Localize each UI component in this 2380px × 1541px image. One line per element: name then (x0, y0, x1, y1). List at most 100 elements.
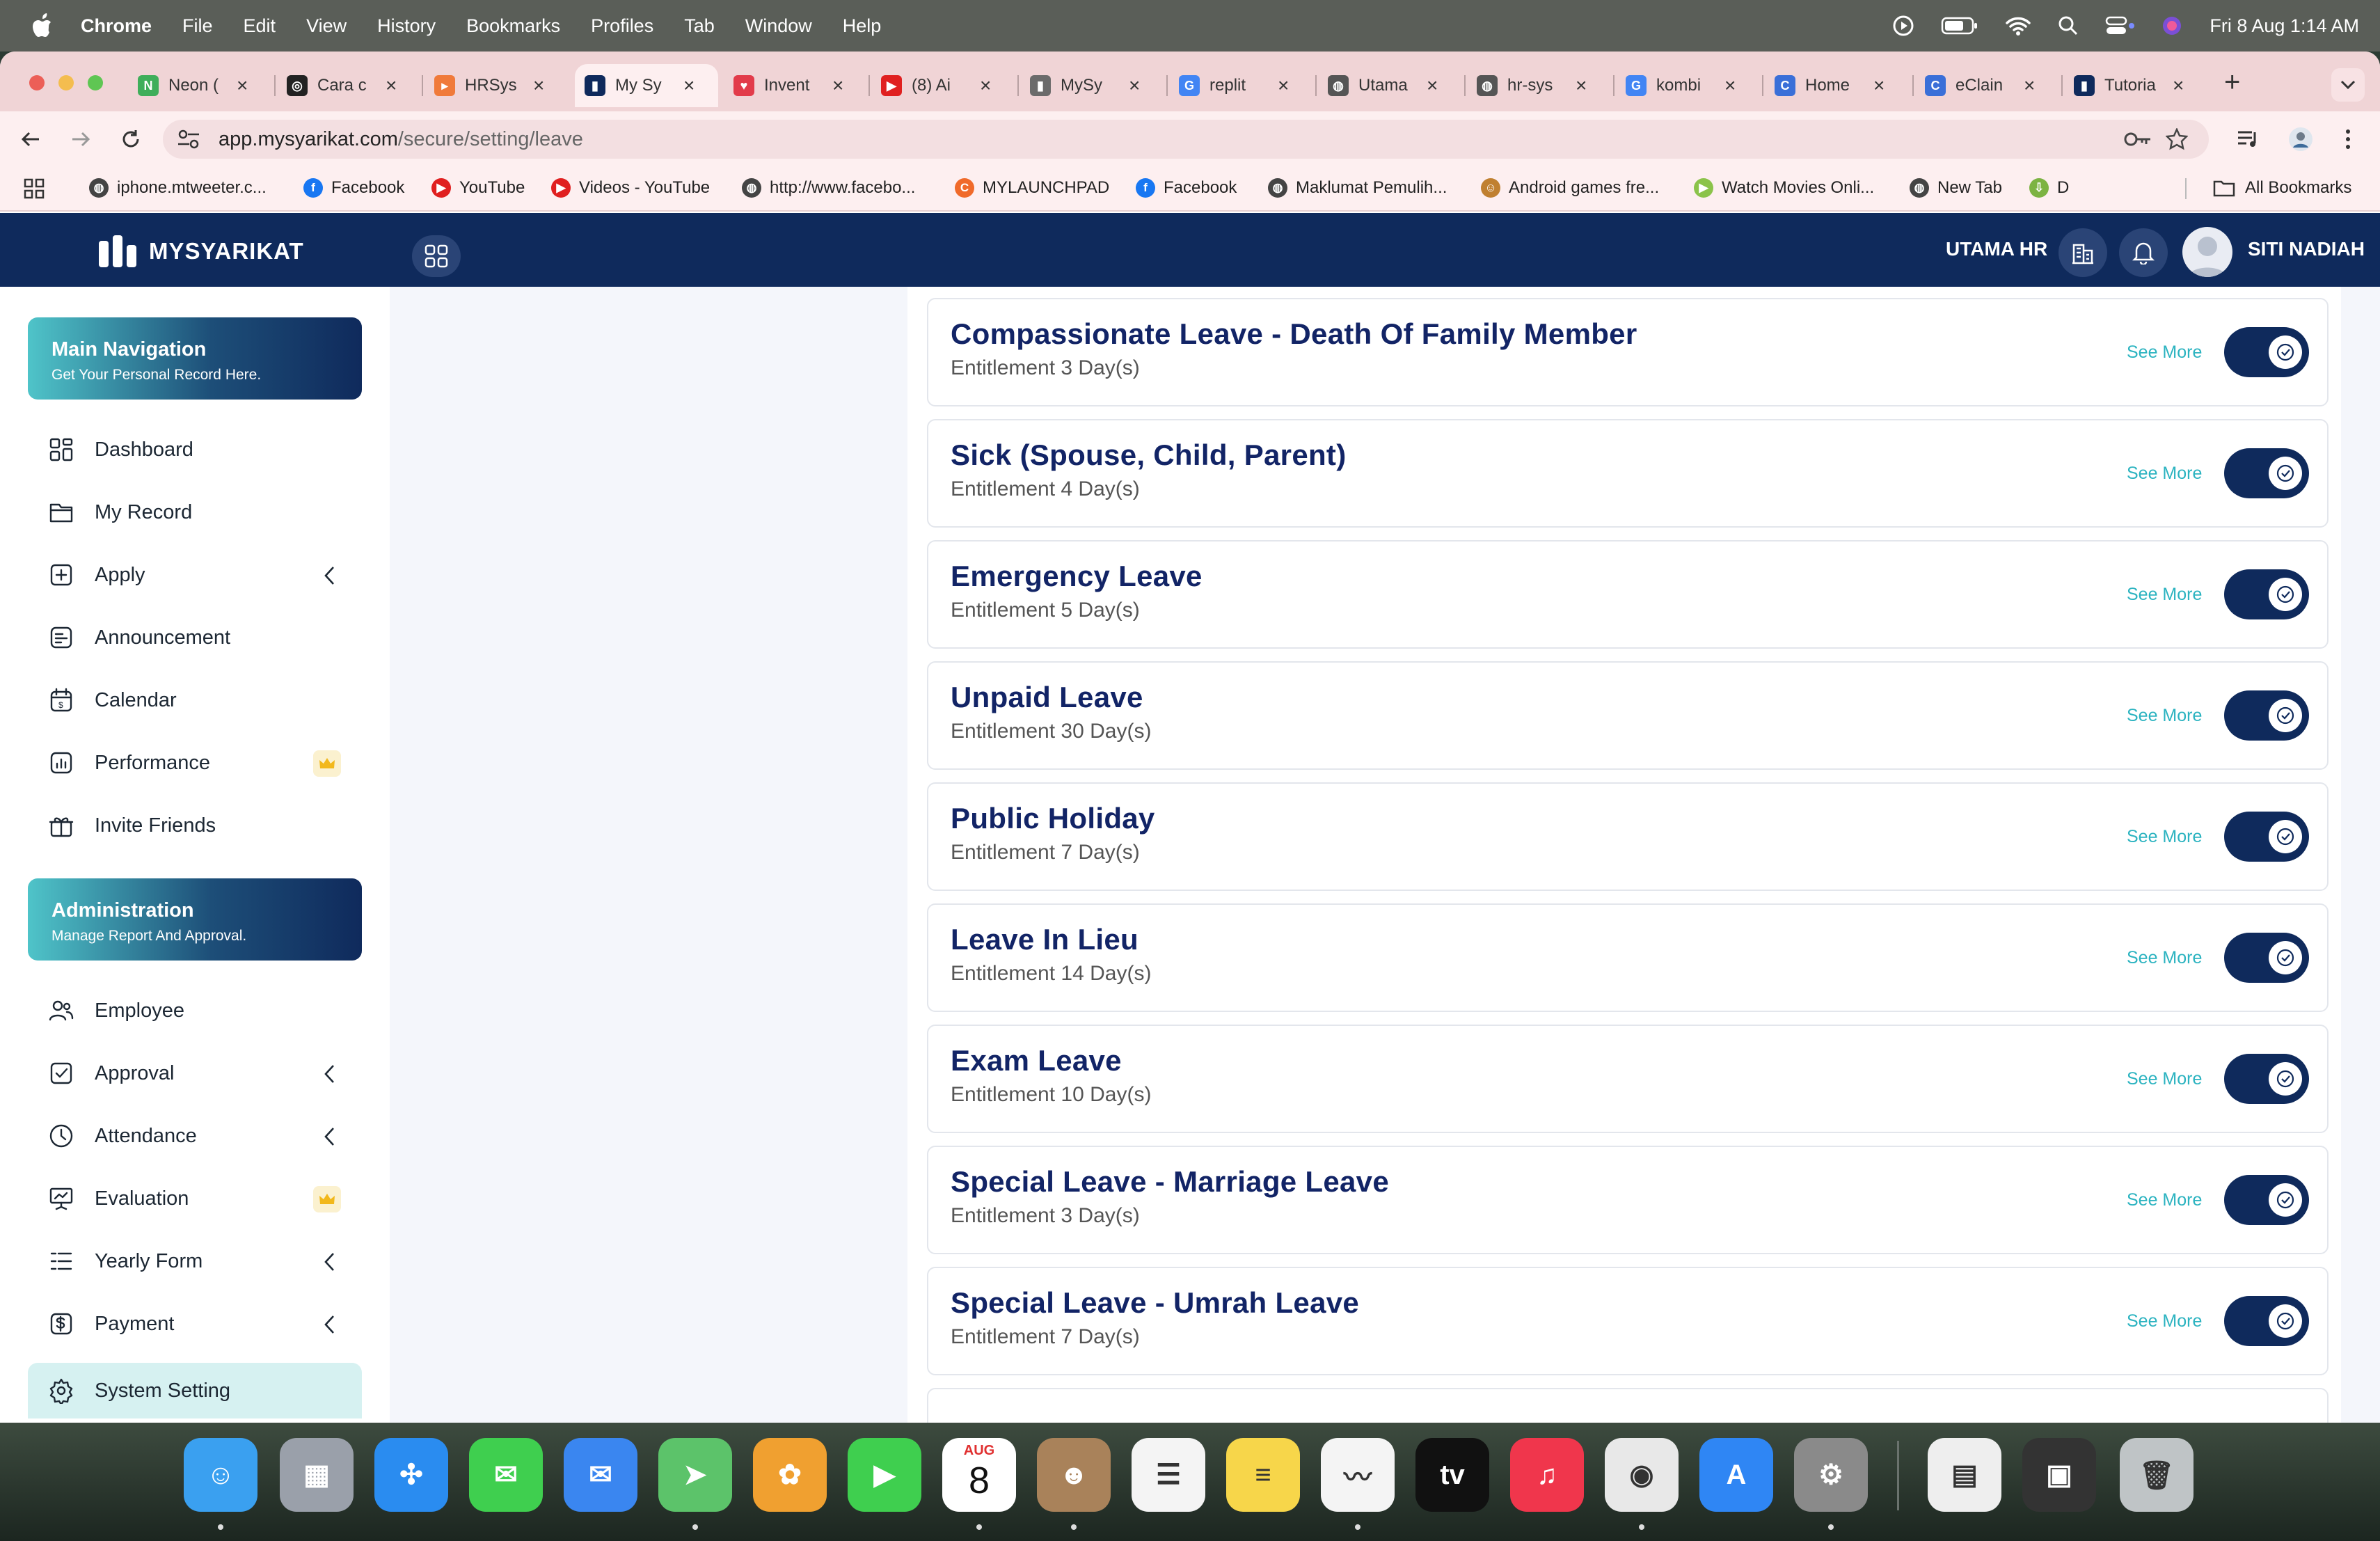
menu-app-name[interactable]: Chrome (81, 15, 152, 37)
dock-app-freeform[interactable]: 〰 (1321, 1438, 1395, 1512)
dock-app-contacts[interactable]: ☻ (1037, 1438, 1111, 1512)
see-more-link[interactable]: See More (2127, 827, 2202, 847)
dock-app-facetime[interactable]: ▶ (848, 1438, 921, 1512)
close-tab-icon[interactable]: × (980, 74, 991, 97)
brand-logo[interactable]: MYSYARIKAT (97, 234, 304, 269)
browser-tab[interactable]: CeClain × (1915, 64, 2058, 107)
tab-search-chevron-icon[interactable] (2331, 68, 2365, 102)
user-name[interactable]: SITI NADIAH (2248, 238, 2365, 260)
leave-enabled-toggle[interactable] (2224, 690, 2309, 741)
browser-tab[interactable]: ▸ HRSys × (425, 64, 568, 107)
browser-tab[interactable]: Greplit × (1169, 64, 1312, 107)
browser-tab[interactable]: ▶ (8) Ai × (871, 64, 1015, 107)
dock-app-maps[interactable]: ➤ (658, 1438, 732, 1512)
menu-file[interactable]: File (182, 15, 213, 37)
dock-app-mail[interactable]: ✉ (564, 1438, 637, 1512)
sidebar-item-dashboard[interactable]: Dashboard (28, 426, 362, 473)
dock-app-tv[interactable]: tv (1415, 1438, 1489, 1512)
browser-tab[interactable]: ◎ Cara c × (277, 64, 420, 107)
leave-enabled-toggle[interactable] (2224, 1054, 2309, 1104)
dock-app-safari[interactable]: ✣ (374, 1438, 448, 1512)
sidebar-item-evaluation[interactable]: Evaluation (28, 1175, 362, 1222)
media-queue-icon[interactable] (2230, 121, 2266, 157)
company-name[interactable]: UTAMA HR (1946, 238, 2047, 260)
sidebar-item-payment[interactable]: Payment (28, 1300, 362, 1348)
menu-edit[interactable]: Edit (244, 15, 276, 37)
dock-app-photos[interactable]: ✿ (753, 1438, 827, 1512)
bookmark-item[interactable]: ▶ YouTube (431, 178, 525, 198)
sidebar-item-apply[interactable]: Apply (28, 551, 362, 599)
close-tab-icon[interactable]: × (1576, 74, 1587, 97)
menu-clock[interactable]: Fri 8 Aug 1:14 AM (2210, 15, 2359, 37)
bookmark-item[interactable]: ▶ Videos - YouTube (551, 178, 710, 198)
sidebar-item-attendance[interactable]: Attendance (28, 1112, 362, 1160)
see-more-link[interactable]: See More (2127, 1311, 2202, 1331)
browser-tab[interactable]: ◍ Utama × (1318, 64, 1461, 107)
apps-grid-icon[interactable] (24, 178, 45, 199)
bookmark-item[interactable]: ☺ Android games fre... (1481, 178, 1659, 198)
sidebar-item-system-setting[interactable]: System Setting (28, 1363, 362, 1418)
dock-app-finder[interactable]: ☺ (184, 1438, 257, 1512)
dock-app-notes[interactable]: ≡ (1226, 1438, 1300, 1512)
browser-tab[interactable]: N Neon (× (128, 64, 271, 107)
browser-tab[interactable]: ♥ Invent × (724, 64, 867, 107)
close-tab-icon[interactable]: × (1129, 74, 1140, 97)
notifications-button[interactable] (2119, 228, 2168, 277)
dock-app-messages[interactable]: ✉ (469, 1438, 543, 1512)
leave-enabled-toggle[interactable] (2224, 933, 2309, 983)
see-more-link[interactable]: See More (2127, 585, 2202, 605)
leave-enabled-toggle[interactable] (2224, 1296, 2309, 1346)
browser-tab[interactable]: C Home × (1765, 64, 1908, 107)
browser-tab[interactable]: ▮ Tutoria × (2064, 64, 2207, 107)
sidebar-item-invite-friends[interactable]: Invite Friends (28, 802, 362, 849)
menu-history[interactable]: History (377, 15, 436, 37)
dock-app-trash[interactable]: 🗑 (2120, 1438, 2193, 1512)
more-menu-icon[interactable] (2330, 121, 2366, 157)
close-tab-icon[interactable]: × (683, 74, 695, 97)
dock-app-chrome[interactable]: ◉ (1605, 1438, 1679, 1512)
all-bookmarks-button[interactable]: All Bookmarks (2213, 178, 2351, 198)
close-tab-icon[interactable]: × (533, 74, 544, 97)
close-tab-icon[interactable]: × (832, 74, 843, 97)
close-tab-icon[interactable]: × (1724, 74, 1736, 97)
site-info-icon[interactable] (177, 128, 200, 150)
wifi-icon[interactable] (2005, 15, 2031, 36)
menu-bookmarks[interactable]: Bookmarks (466, 15, 560, 37)
bookmark-item[interactable]: C MYLAUNCHPAD (955, 178, 1109, 198)
leave-enabled-toggle[interactable] (2224, 448, 2309, 498)
sidebar-item-performance[interactable]: Performance (28, 739, 362, 787)
browser-tab[interactable]: ▮ MySy × (1020, 64, 1164, 107)
browser-tab[interactable]: ▮ My Sy × (575, 64, 718, 107)
dock-app-preview[interactable]: ▤ (1928, 1438, 2001, 1512)
dock-app-screenshot[interactable]: ▣ (2022, 1438, 2096, 1512)
dock-app-system-settings[interactable]: ⚙ (1794, 1438, 1868, 1512)
sidebar-item-approval[interactable]: Approval (28, 1050, 362, 1097)
leave-enabled-toggle[interactable] (2224, 569, 2309, 619)
menu-window[interactable]: Window (745, 15, 812, 37)
close-tab-icon[interactable]: × (386, 74, 397, 97)
apple-icon[interactable] (24, 12, 61, 40)
close-tab-icon[interactable]: × (1278, 74, 1289, 97)
play-icon[interactable] (1892, 15, 1914, 37)
zoom-window-button[interactable] (88, 75, 103, 90)
spotlight-search-icon[interactable] (2058, 15, 2079, 36)
see-more-link[interactable]: See More (2127, 706, 2202, 726)
leave-enabled-toggle[interactable] (2224, 1175, 2309, 1225)
control-center-icon[interactable] (2105, 15, 2135, 36)
close-tab-icon[interactable]: × (1427, 74, 1438, 97)
close-tab-icon[interactable]: × (2024, 74, 2035, 97)
leave-enabled-toggle[interactable] (2224, 812, 2309, 862)
reload-icon[interactable] (113, 121, 149, 157)
browser-tab[interactable]: Gkombi × (1616, 64, 1759, 107)
address-bar[interactable]: app.mysyarikat.com/secure/setting/leave (163, 120, 2209, 159)
forward-arrow-icon[interactable] (63, 121, 99, 157)
password-key-icon[interactable] (2124, 129, 2152, 149)
bookmark-star-icon[interactable] (2166, 128, 2188, 150)
bookmark-item[interactable]: ◍ Maklumat Pemulih... (1268, 178, 1447, 198)
bookmark-item[interactable]: ◍ New Tab (1910, 178, 2002, 198)
back-arrow-icon[interactable] (13, 121, 49, 157)
user-avatar[interactable] (2182, 227, 2232, 277)
dock-app-reminders[interactable]: ☰ (1132, 1438, 1205, 1512)
browser-tab[interactable]: ◍ hr-sys × (1467, 64, 1610, 107)
bookmark-item[interactable]: f Facebook (1136, 178, 1237, 198)
